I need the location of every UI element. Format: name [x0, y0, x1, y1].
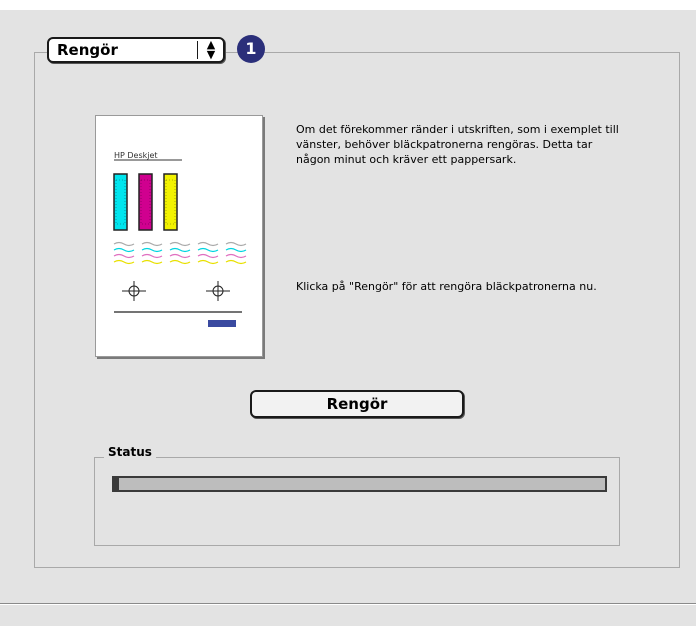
streak-pattern: [113, 241, 247, 265]
preview-page-title: HP Deskjet: [114, 151, 158, 160]
status-group-box: [94, 457, 620, 546]
up-down-arrows-icon: ▲ ▼: [206, 38, 216, 61]
panel-top: [0, 0, 696, 10]
status-legend: Status: [104, 445, 156, 459]
status-progress-bar: [112, 476, 607, 492]
mode-popup-menu[interactable]: Rengör ▲ ▼: [47, 37, 225, 63]
yellow-cartridge-icon: [163, 173, 178, 231]
test-page-preview: HP Deskjet: [95, 115, 263, 357]
cyan-cartridge-icon: [113, 173, 128, 231]
bottom-divider-highlight: [0, 604, 696, 605]
progress-fill: [114, 478, 119, 490]
magenta-cartridge-icon: [138, 173, 153, 231]
test-page-illustration: HP Deskjet: [113, 151, 247, 327]
alignment-mark-icon: [122, 281, 146, 301]
clean-button[interactable]: Rengör: [250, 390, 464, 418]
alignment-mark-icon: [206, 281, 230, 301]
callout-badge: 1: [237, 35, 265, 63]
cleaning-instruction: Klicka på "Rengör" för att rengöra bläck…: [296, 280, 597, 293]
mode-popup-label: Rengör: [57, 41, 118, 59]
cleaning-description: Om det förekommer ränder i utskriften, s…: [296, 123, 619, 166]
hp-logo-icon: [208, 320, 236, 327]
popup-separator: [197, 41, 198, 59]
